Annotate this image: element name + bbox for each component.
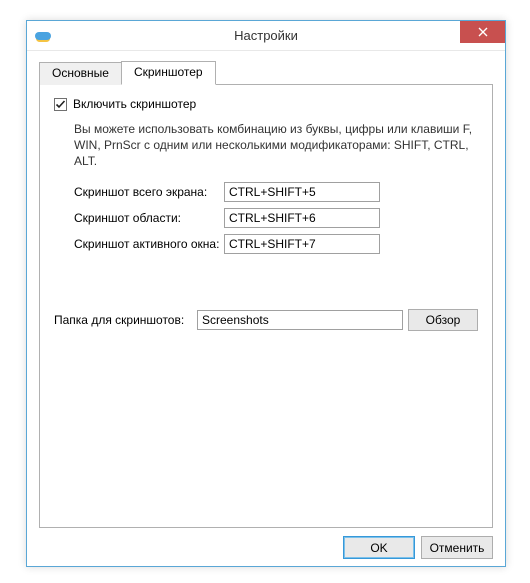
settings-window: Настройки Основные Скриншотер Включить с… [26,20,506,567]
dialog-footer: OK Отменить [39,528,493,559]
folder-row: Папка для скриншотов: Обзор [54,309,478,331]
area-row: Скриншот области: [74,208,478,228]
folder-input[interactable] [197,310,403,330]
tab-general[interactable]: Основные [39,62,122,85]
fullscreen-row: Скриншот всего экрана: [74,182,478,202]
area-input[interactable] [224,208,380,228]
fullscreen-label: Скриншот всего экрана: [74,185,224,199]
content-area: Основные Скриншотер Включить скриншотер … [27,51,505,571]
active-window-row: Скриншот активного окна: [74,234,478,254]
tab-panel-screenshoter: Включить скриншотер Вы можете использова… [39,85,493,528]
window-title: Настройки [27,28,505,43]
close-icon [478,27,488,37]
enable-screenshoter-row: Включить скриншотер [54,97,478,111]
enable-screenshoter-label: Включить скриншотер [73,97,196,111]
browse-button[interactable]: Обзор [408,309,478,331]
cancel-button[interactable]: Отменить [421,536,493,559]
app-icon [35,28,51,44]
tab-bar: Основные Скриншотер [39,61,493,85]
folder-label: Папка для скриншотов: [54,313,192,327]
tab-screenshoter[interactable]: Скриншотер [121,61,216,85]
ok-button[interactable]: OK [343,536,415,559]
area-label: Скриншот области: [74,211,224,225]
enable-screenshoter-checkbox[interactable] [54,98,67,111]
close-button[interactable] [460,21,505,43]
hint-text: Вы можете использовать комбинацию из бук… [74,121,478,170]
titlebar: Настройки [27,21,505,51]
fullscreen-input[interactable] [224,182,380,202]
check-icon [55,99,66,110]
active-window-label: Скриншот активного окна: [74,237,224,251]
active-window-input[interactable] [224,234,380,254]
